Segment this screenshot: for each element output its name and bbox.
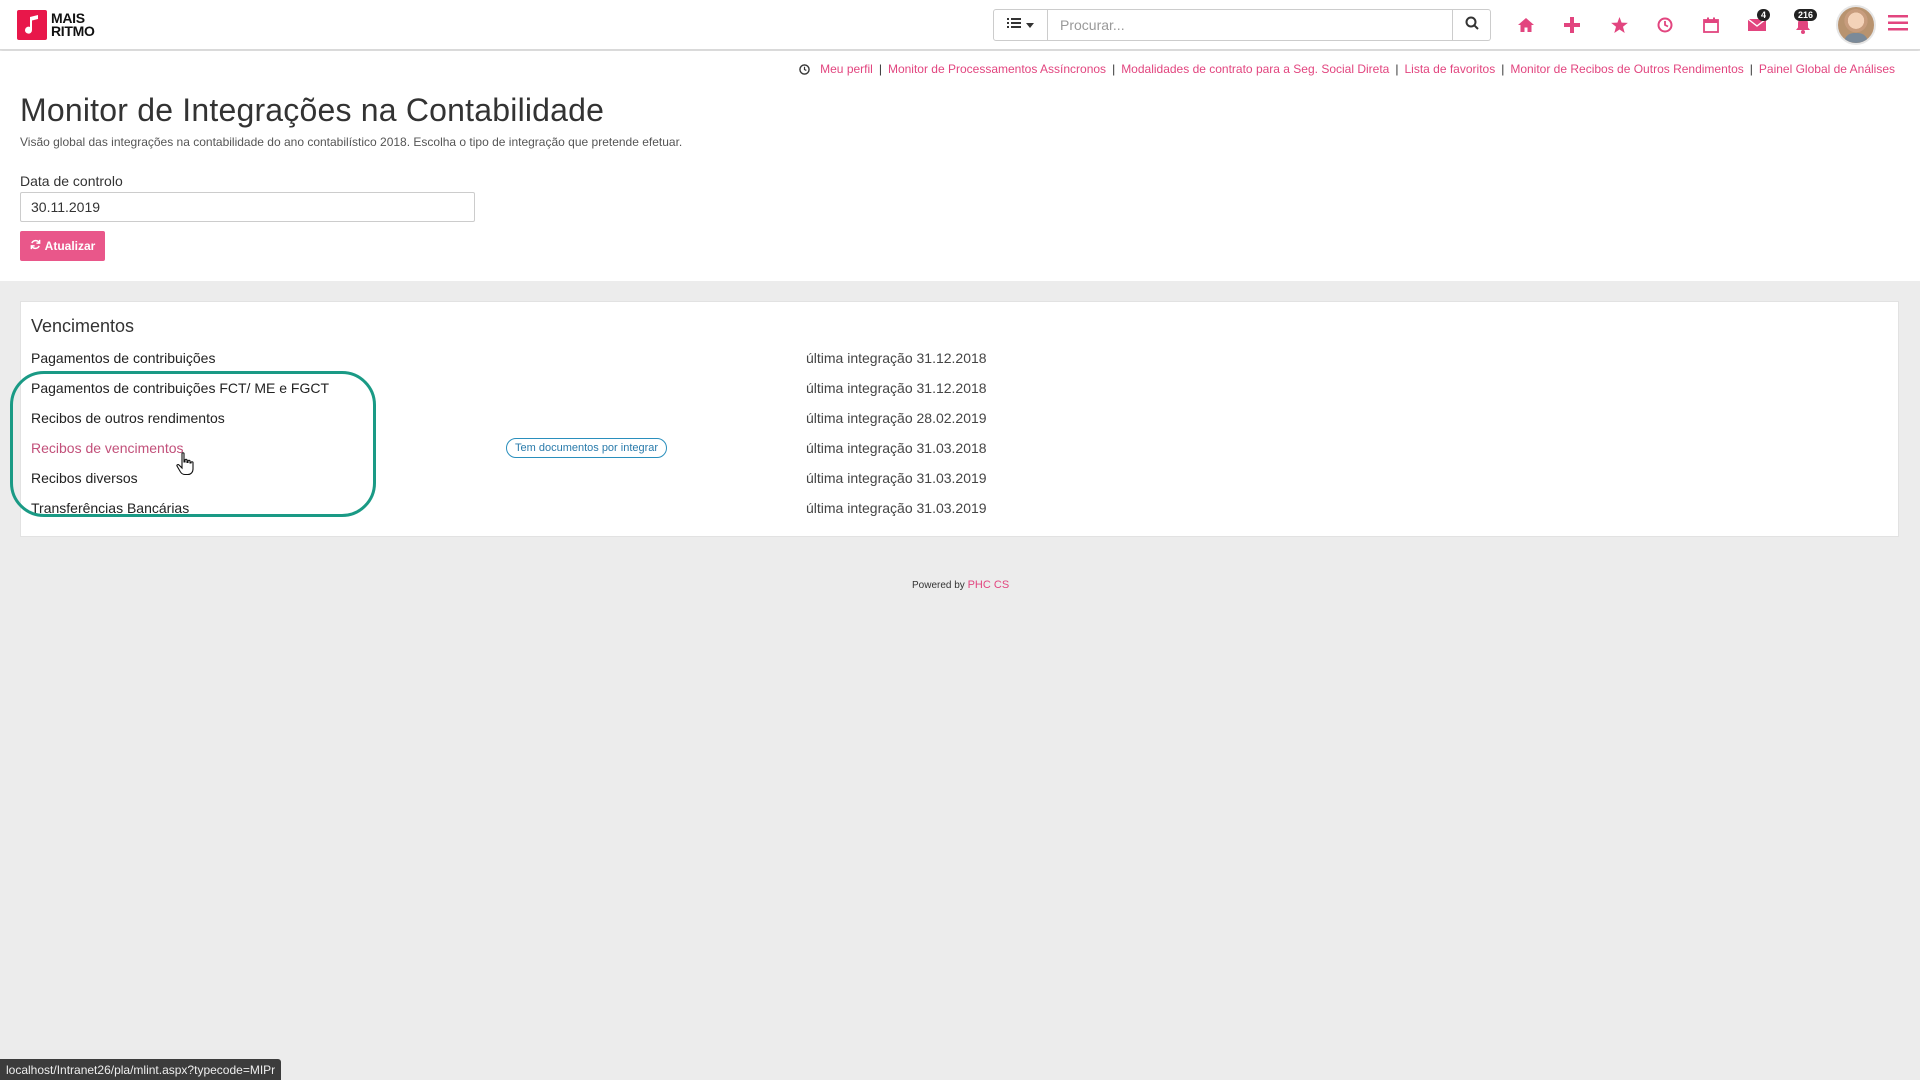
shortcut-monitor-processamentos[interactable]: Monitor de Processamentos Assíncronos [888,62,1106,76]
separator: | [1501,62,1505,76]
separator: | [1112,62,1116,76]
shortcut-modalidades-contrato[interactable]: Modalidades de contrato para a Seg. Soci… [1121,62,1389,76]
logo-text: MAIS RITMO [51,10,95,39]
separator: | [1395,62,1399,76]
table-row: Recibos de outros rendimentos última int… [31,410,1881,434]
caret-down-icon [1026,16,1034,34]
notifications-badge: 216 [1794,9,1818,21]
table-row: Recibos diversos última integração 31.03… [31,470,1881,494]
row-label[interactable]: Pagamentos de contribuições [31,350,215,366]
separator: | [878,62,882,76]
home-icon[interactable] [1514,13,1538,37]
envelope-icon[interactable]: 4 [1745,9,1771,37]
row-last-integration: última integração 31.03.2019 [806,500,987,516]
shortcut-monitor-recibos[interactable]: Monitor de Recibos de Outros Rendimentos [1510,62,1743,76]
panel-title: Vencimentos [31,316,135,336]
hand-cursor-icon [175,452,195,476]
shortcut-lista-favoritos[interactable]: Lista de favoritos [1404,62,1495,76]
messages-badge: 4 [1757,9,1771,21]
control-date-input[interactable] [20,192,475,222]
plus-icon[interactable] [1560,13,1584,37]
search-button[interactable] [1453,9,1491,41]
row-label[interactable]: Recibos diversos [31,470,138,486]
search-input[interactable] [1048,9,1453,41]
table-row: Pagamentos de contribuições última integ… [31,350,1881,374]
table-row: Pagamentos de contribuições FCT/ ME e FG… [31,380,1881,404]
page-title: Monitor de Integrações na Contabilidade [20,92,605,128]
browser-status-url: localhost/Intranet26/pla/mlint.aspx?type… [0,1059,282,1080]
row-last-integration: última integração 31.03.2018 [806,440,987,456]
clock-icon[interactable] [1653,13,1677,37]
row-last-integration: última integração 31.12.2018 [806,350,987,366]
refresh-button-label: Atualizar [44,239,96,253]
row-label-link[interactable]: Recibos de vencimentos [31,440,184,456]
row-last-integration: última integração 31.12.2018 [806,380,987,396]
refresh-icon [30,239,41,253]
hamburger-menu-icon[interactable] [1888,14,1908,34]
row-label[interactable]: Pagamentos de contribuições FCT/ ME e FG… [31,380,329,396]
star-icon[interactable] [1607,13,1631,37]
search-mode-dropdown[interactable] [993,9,1048,41]
bell-icon[interactable]: 216 [1791,9,1818,37]
page-header-area [0,51,1920,281]
row-last-integration: última integração 31.03.2019 [806,470,987,486]
footer: Powered by PHC CS [912,579,1009,591]
shortcut-links: Meu perfil | Monitor de Processamentos A… [799,62,1895,76]
row-last-integration: última integração 28.02.2019 [806,410,987,426]
vencimentos-panel: Vencimentos Pagamentos de contribuições … [20,301,1899,537]
list-icon [1007,16,1021,34]
table-row: Transferências Bancárias última integraç… [31,500,1881,524]
shortcut-meu-perfil[interactable]: Meu perfil [820,62,873,76]
music-note-icon [17,10,47,40]
table-row: Recibos de vencimentos Tem documentos po… [31,438,1881,464]
history-clock-icon [799,63,810,75]
top-navbar: MAIS RITMO 4 [0,0,1920,50]
search-icon [1465,16,1479,35]
row-label[interactable]: Recibos de outros rendimentos [31,410,225,426]
avatar[interactable] [1836,5,1876,45]
powered-by-text: Powered by [912,580,965,591]
calendar-icon[interactable] [1699,13,1723,37]
refresh-button[interactable]: Atualizar [20,231,105,261]
row-label[interactable]: Transferências Bancárias [31,500,189,516]
shortcut-painel-analises[interactable]: Painel Global de Análises [1759,62,1895,76]
pending-documents-badge[interactable]: Tem documentos por integrar [506,438,668,458]
date-label: Data de controlo [20,173,123,189]
app-logo[interactable]: MAIS RITMO [17,10,113,40]
separator: | [1749,62,1753,76]
page-subtitle: Visão global das integrações na contabil… [20,135,683,149]
footer-brand-link[interactable]: PHC CS [968,579,1010,591]
search-group [993,9,1491,41]
